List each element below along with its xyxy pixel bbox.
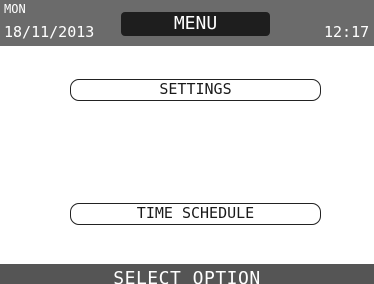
clock-display: 12:17 xyxy=(324,23,370,41)
page-title: MENU xyxy=(121,12,270,36)
status-bar: SELECT OPTION xyxy=(0,264,374,284)
device-screen: MON 18/11/2013 MENU 12:17 SETTINGS TIME … xyxy=(0,0,374,284)
date-display: 18/11/2013 xyxy=(4,23,95,41)
settings-button[interactable]: SETTINGS xyxy=(70,79,321,101)
status-text: SELECT OPTION xyxy=(113,268,261,284)
header-bar: MON 18/11/2013 MENU 12:17 xyxy=(0,0,374,46)
day-of-week: MON xyxy=(4,2,26,16)
time-schedule-button[interactable]: TIME SCHEDULE xyxy=(70,203,321,225)
